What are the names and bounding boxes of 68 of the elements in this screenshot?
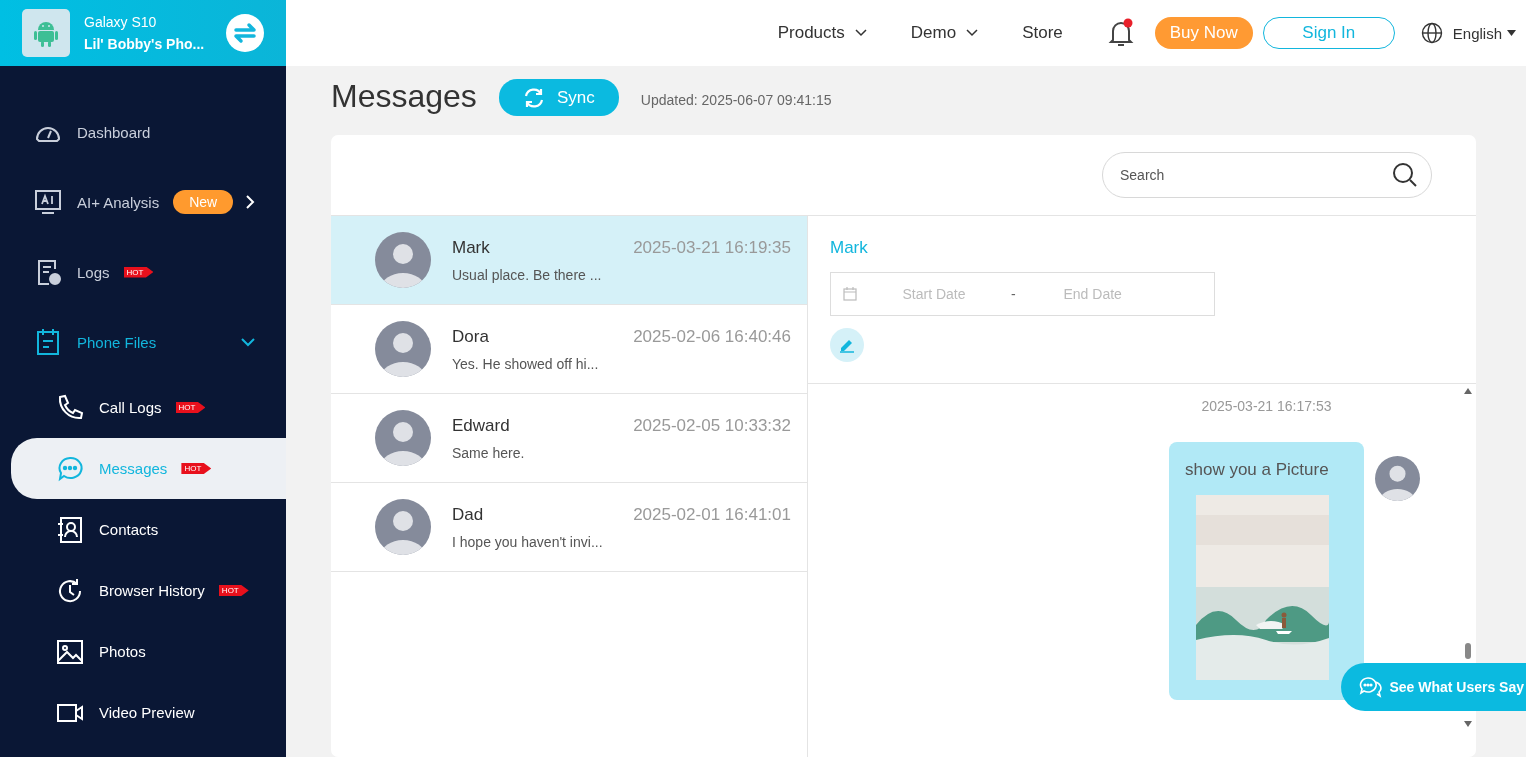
scroll-down-arrow-icon[interactable] (1464, 721, 1472, 727)
pencil-icon (839, 337, 855, 353)
search-icon[interactable] (1392, 162, 1418, 188)
message-preview: Usual place. Be there ... (452, 266, 603, 283)
conversation-time: 2025-02-01 16:41:01 (633, 504, 791, 525)
contact-book-icon (55, 514, 85, 545)
updated-time: Updated: 2025-06-07 09:41:15 (640, 91, 832, 108)
contact-name: Mark (452, 237, 490, 258)
sidebar-subitem[interactable]: Browser History HOT (11, 560, 286, 621)
chevron-down-icon[interactable] (966, 29, 979, 37)
nav-link[interactable]: Products (777, 23, 845, 43)
sidebar-item[interactable]: Dashboard (0, 97, 286, 167)
avatar-icon (1375, 456, 1420, 501)
scrollbar-thumb[interactable] (1465, 643, 1471, 659)
avatar-icon (375, 499, 431, 555)
range-separator: - (1011, 286, 1016, 302)
sidebar-item[interactable]: Phone Files (0, 307, 286, 377)
hot-badge: HOT (218, 585, 249, 596)
message-time: 2025-03-21 16:17:53 (1201, 398, 1332, 414)
scroll-up-arrow-icon[interactable] (1464, 388, 1472, 394)
chevron-right-icon (245, 194, 256, 210)
android-icon (22, 9, 70, 57)
sidebar-item[interactable]: Logs HOT (0, 237, 286, 307)
sidebar-item[interactable]: AI+ Analysis New (0, 167, 286, 237)
conversation-time: 2025-03-21 16:19:35 (633, 237, 791, 258)
conversation-item[interactable]: Mark 2025-03-21 16:19:35 Usual place. Be there ... (331, 216, 807, 305)
sidebar-subitem[interactable]: Messages HOT (11, 438, 286, 499)
device-name: Lil' Bobby's Pho... (84, 36, 206, 52)
globe-icon (1420, 22, 1443, 44)
nav-link[interactable]: Demo (910, 23, 957, 43)
sidebar-subitem[interactable]: Contacts (11, 499, 286, 560)
chevron-down-icon (240, 337, 256, 347)
avatar-icon (375, 232, 431, 288)
calendar-icon (843, 287, 857, 301)
conversation-time: 2025-02-05 10:33:32 (633, 415, 791, 436)
language-selector[interactable]: English (1452, 24, 1502, 42)
search-field[interactable]: Search (1102, 152, 1432, 198)
hot-badge: HOT (123, 266, 154, 278)
hot-badge: HOT (181, 463, 212, 474)
message-preview: Yes. He showed off hi... (452, 355, 600, 372)
new-badge: New (173, 190, 234, 214)
sync-icon (522, 87, 545, 108)
conversation-item[interactable]: Dora 2025-02-06 16:40:46 Yes. He showed off hi... (331, 305, 807, 394)
nav-link[interactable]: Store (1022, 23, 1063, 43)
message-preview: Same here. (452, 444, 526, 461)
sidebar-subitem[interactable]: Video Preview (11, 682, 286, 743)
chevron-down-icon[interactable] (854, 29, 867, 37)
contact-name: Dad (452, 504, 484, 525)
conversation-item[interactable]: Dad 2025-02-01 16:41:01 I hope you haven't invi... (331, 483, 807, 572)
avatar-icon (375, 410, 431, 466)
message-text: show you a Picture (1185, 460, 1330, 480)
message-preview: I hope you haven't invi... (452, 533, 604, 550)
monitor-icon (33, 187, 63, 217)
switch-device-icon[interactable] (226, 14, 264, 52)
contact-name: Edward (452, 415, 510, 436)
conversation-time: 2025-02-06 16:40:46 (633, 326, 791, 347)
contact-name: Mark (830, 238, 868, 258)
contact-name: Dora (452, 326, 489, 347)
chat-bubbles-icon (1359, 676, 1384, 698)
page-title: Messages (331, 78, 477, 115)
caret-down-icon[interactable] (1507, 30, 1516, 36)
conversation-item[interactable]: Edward 2025-02-05 10:33:32 Same here. (331, 394, 807, 483)
hot-badge: HOT (175, 402, 206, 413)
sidebar-subitem[interactable]: Photos (11, 621, 286, 682)
device-model: Galaxy S10 (84, 14, 158, 30)
sidebar-subitem[interactable]: Call Logs HOT (11, 377, 286, 438)
avatar-icon (375, 321, 431, 377)
notification-bell-icon[interactable] (1106, 18, 1135, 48)
